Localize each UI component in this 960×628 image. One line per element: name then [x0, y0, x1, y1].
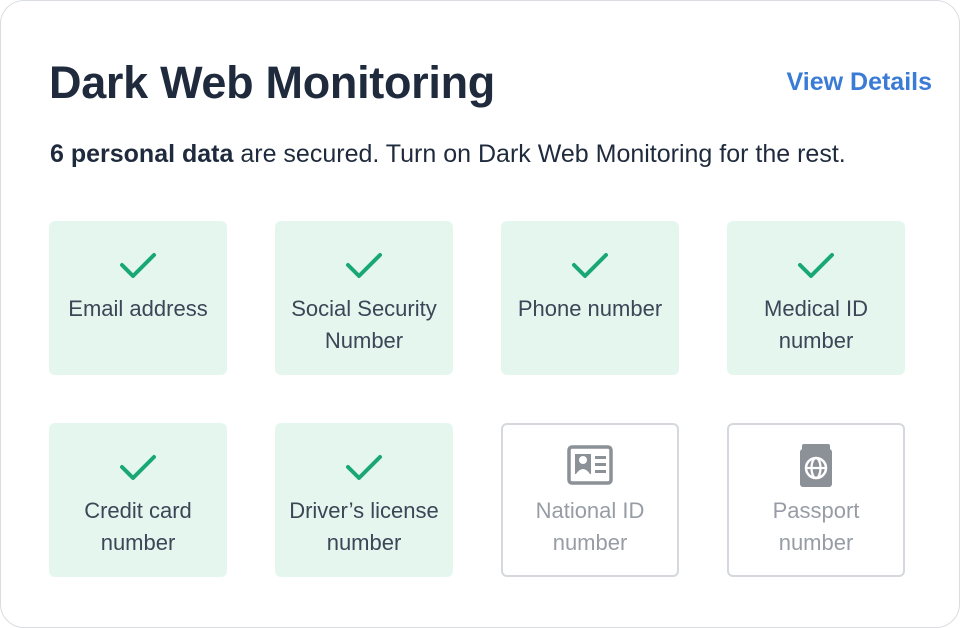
data-tile-label: Credit card number	[84, 498, 192, 555]
data-tile-label: Passport number	[772, 498, 860, 555]
data-tile-label: National ID number	[535, 498, 645, 555]
data-tile-social-security-number[interactable]: Social Security Number	[275, 221, 453, 375]
card-subtitle: 6 personal data are secured. Turn on Dar…	[50, 137, 846, 171]
checkmark-icon	[572, 253, 608, 278]
subtitle-text: are secured. Turn on Dark Web Monitoring…	[233, 140, 846, 168]
checkmark-icon	[120, 455, 156, 480]
view-details-link[interactable]: View Details	[787, 65, 932, 99]
checkmark-icon	[346, 455, 382, 480]
secured-count: 6 personal data	[50, 140, 234, 168]
checkmark-icon	[120, 253, 156, 278]
passport-icon	[800, 444, 832, 487]
data-tile-national-id-number[interactable]: National ID number	[501, 423, 679, 577]
data-tile-label: Medical ID number	[764, 296, 868, 353]
checkmark-icon	[798, 253, 834, 278]
id-card-icon	[567, 445, 613, 485]
data-tile-email-address[interactable]: Email address	[49, 221, 227, 375]
data-tile-label: Social Security Number	[291, 296, 437, 353]
data-tile-label: Email address	[68, 296, 208, 321]
data-tile-credit-card-number[interactable]: Credit card number	[49, 423, 227, 577]
dark-web-monitoring-card: Dark Web Monitoring View Details 6 perso…	[0, 0, 960, 628]
data-tile-label: Phone number	[517, 296, 663, 321]
data-tile-passport-number[interactable]: Passport number	[727, 423, 905, 577]
data-tile-drivers-license-number[interactable]: Driver’s license number	[275, 423, 453, 577]
data-tile-medical-id-number[interactable]: Medical ID number	[727, 221, 905, 375]
data-tile-phone-number[interactable]: Phone number	[501, 221, 679, 375]
data-tile-label: Driver’s license number	[289, 498, 439, 555]
checkmark-icon	[346, 253, 382, 278]
card-title: Dark Web Monitoring	[49, 57, 495, 108]
